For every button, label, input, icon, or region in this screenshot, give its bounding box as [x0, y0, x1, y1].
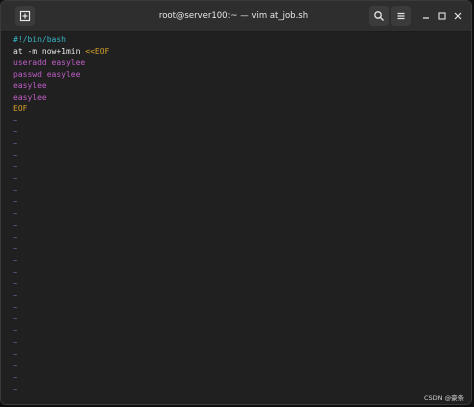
watermark: CSDN @豪条 — [424, 394, 465, 402]
editor-line: #!/bin/bash — [13, 34, 66, 46]
empty-line-marker: ~ — [13, 303, 18, 312]
empty-line-marker: ~ — [13, 327, 18, 336]
title-bar: root@server100:~ — vim at_job.sh — [1, 1, 471, 32]
search-icon — [374, 11, 384, 21]
empty-line-marker: ~ — [13, 350, 18, 359]
close-button[interactable] — [448, 6, 468, 26]
empty-line-marker: ~ — [13, 256, 18, 265]
terminal-content[interactable]: #!/bin/bash at -m now+1min <<EOF useradd e… — [1, 32, 471, 404]
search-button[interactable] — [369, 6, 389, 26]
empty-line-marker: ~ — [13, 373, 18, 382]
code-token: easylee — [13, 92, 47, 102]
code-token: easylee — [13, 81, 47, 90]
code-token: <<EOF — [85, 46, 110, 56]
empty-line-marker: ~ — [13, 175, 18, 183]
new-tab-icon — [19, 10, 31, 22]
hamburger-menu-icon — [397, 12, 405, 20]
empty-line-marker: ~ — [13, 268, 18, 277]
empty-line-marker: ~ — [13, 280, 18, 289]
empty-line-marker: ~ — [13, 292, 18, 300]
close-icon — [454, 12, 462, 20]
empty-line-marker: ~ — [13, 151, 18, 160]
empty-line-marker: ~ — [13, 186, 18, 195]
empty-line-marker: ~ — [13, 163, 18, 172]
window-title: root@server100:~ — vim at_job.sh — [158, 11, 309, 21]
code-token: EOF — [13, 104, 28, 113]
editor-line: at -m now+1min <<EOF — [13, 46, 109, 58]
empty-line-marker: ~ — [13, 210, 18, 219]
editor-line: passwd easylee — [13, 69, 80, 81]
menu-button[interactable] — [391, 6, 411, 26]
empty-line-marker: ~ — [13, 338, 18, 347]
empty-line-marker: ~ — [13, 221, 18, 230]
code-token: passwd easylee — [13, 69, 81, 79]
editor-line: easylee — [13, 92, 47, 104]
editor-line: easylee — [13, 80, 47, 92]
empty-line-marker: ~ — [13, 128, 18, 137]
code-token: #!/bin/bash — [13, 35, 66, 44]
empty-line-marker: ~ — [13, 315, 18, 324]
empty-line-marker: ~ — [13, 385, 18, 394]
empty-line-marker: ~ — [13, 362, 18, 371]
editor-line: useradd easylee — [13, 57, 85, 69]
minimize-icon — [423, 17, 429, 19]
empty-line-marker: ~ — [13, 233, 18, 242]
code-token: at -m now+1min — [13, 46, 86, 56]
empty-line-marker: ~ — [13, 245, 18, 254]
empty-line-marker: ~ — [13, 139, 18, 148]
new-tab-button[interactable] — [15, 6, 35, 26]
empty-line-marker: ~ — [13, 198, 18, 207]
terminal-window: root@server100:~ — vim at_job.sh #!/bin/… — [0, 0, 472, 405]
empty-line-marker: ~ — [13, 116, 18, 125]
editor-line: EOF — [13, 103, 27, 115]
maximize-icon — [438, 12, 446, 20]
code-token: useradd easylee — [13, 58, 86, 67]
